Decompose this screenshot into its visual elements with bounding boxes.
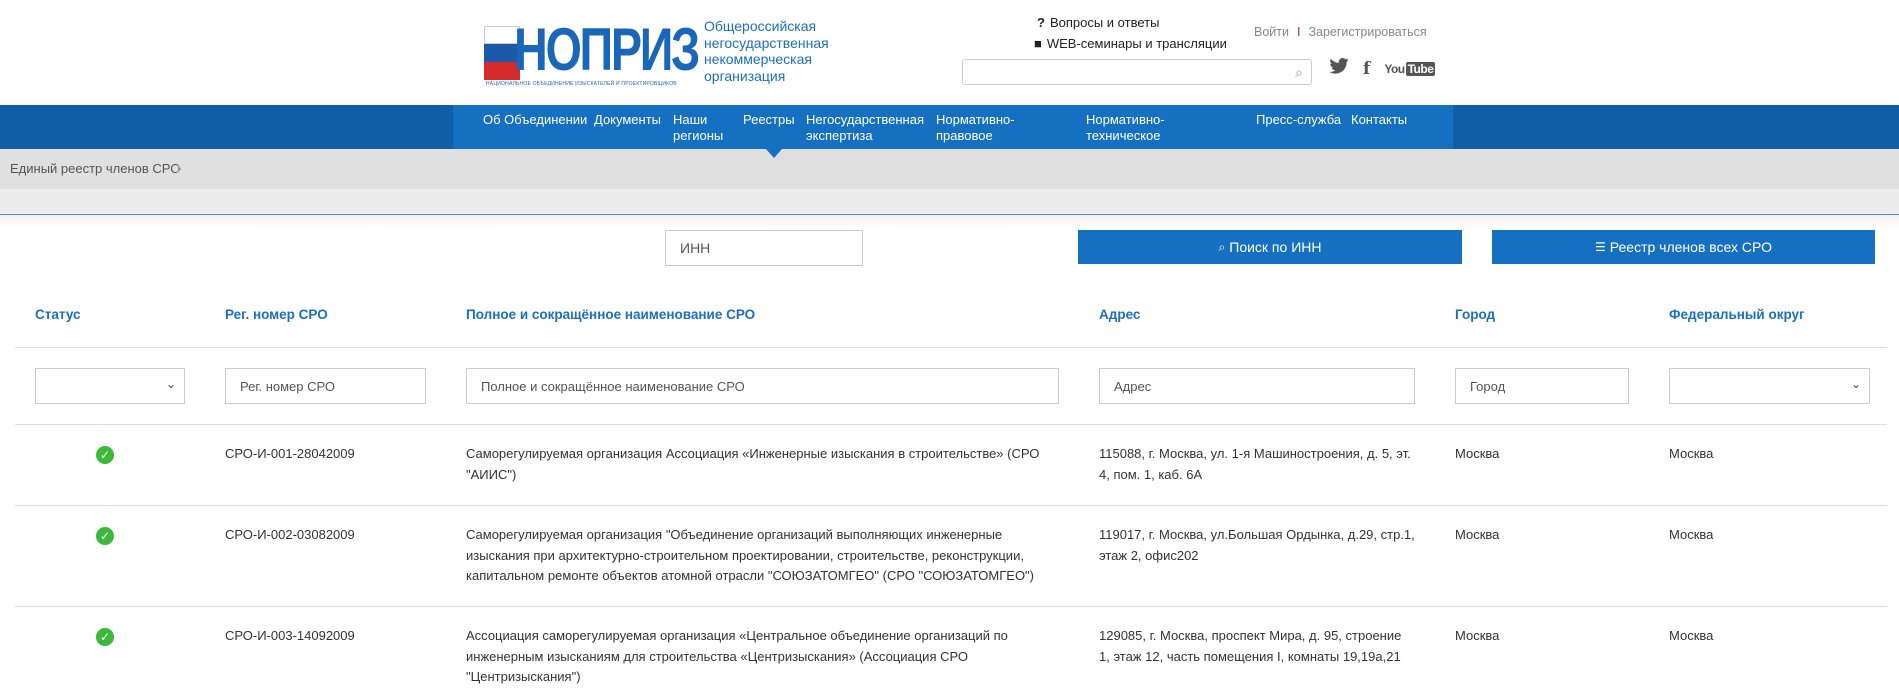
divider-shadow: [0, 215, 1899, 229]
nav-contacts[interactable]: Контакты: [1351, 112, 1407, 128]
main-nav: Об Объединении Документы Наши регионы Ре…: [0, 105, 1899, 159]
divider: [15, 505, 1887, 506]
divider: [15, 347, 1887, 348]
question-icon: ?: [1037, 15, 1045, 30]
district-filter-select[interactable]: ⌄: [1669, 368, 1870, 404]
city-cell: Москва: [1455, 527, 1500, 542]
org-tagline: Общероссийская негосударственная некомме…: [704, 18, 829, 84]
webinars-link[interactable]: ■ WEB-семинары и трансляции: [1034, 36, 1227, 51]
twitter-icon[interactable]: [1329, 58, 1349, 79]
status-active-icon: ✓: [96, 628, 114, 646]
active-nav-pointer: [766, 149, 782, 158]
reg-number-cell: СРО-И-003-14092009: [225, 628, 355, 643]
divider: [15, 424, 1887, 425]
name-filter[interactable]: Полное и сокращённое наименование СРО: [466, 368, 1059, 404]
address-cell: 115088, г. Москва, ул. 1-я Машиностроени…: [1099, 446, 1411, 482]
chevron-down-icon: ⌄: [165, 377, 176, 391]
district-cell: Москва: [1669, 628, 1714, 643]
sro-name-cell[interactable]: Саморегулируемая организация "Объединени…: [466, 525, 1066, 587]
address-filter[interactable]: Адрес: [1099, 368, 1415, 404]
divider: [15, 606, 1887, 607]
col-header-address[interactable]: Адрес: [1099, 307, 1140, 322]
login-link[interactable]: Войти: [1254, 25, 1289, 39]
city-cell: Москва: [1455, 446, 1500, 461]
col-header-reg-number[interactable]: Рег. номер СРО: [225, 307, 328, 322]
qa-link[interactable]: ? Вопросы и ответы: [1037, 15, 1159, 30]
register-link[interactable]: Зарегистрироваться: [1308, 25, 1426, 39]
site-search-input[interactable]: ⌕: [962, 59, 1312, 85]
sro-name-cell[interactable]: Саморегулируемая организация Ассоциация …: [466, 444, 1066, 485]
status-filter-select[interactable]: ⌄: [35, 368, 185, 404]
all-sro-registry-button[interactable]: ☰ Реестр членов всех СРО: [1492, 230, 1875, 264]
list-icon: ☰: [1595, 240, 1606, 254]
logo-subtitle: НАЦИОНАЛЬНОЕ ОБЪЕДИНЕНИЕ ИЗЫСКАТЕЛЕЙ И П…: [486, 81, 677, 87]
logo-wordmark: НОПРИЗ: [514, 16, 700, 83]
city-filter[interactable]: Город: [1455, 368, 1629, 404]
nav-regions[interactable]: Наши регионы: [673, 112, 728, 144]
nav-registries[interactable]: Реестры: [743, 112, 795, 128]
nopriz-logo[interactable]: НОПРИЗ НАЦИОНАЛЬНОЕ ОБЪЕДИНЕНИЕ ИЗЫСКАТЕ…: [484, 20, 700, 87]
reg-number-cell: СРО-И-002-03082009: [225, 527, 355, 542]
nav-expertise[interactable]: Негосударственная экспертиза: [806, 112, 924, 144]
auth-separator: I: [1296, 25, 1301, 39]
col-header-city[interactable]: Город: [1455, 307, 1495, 322]
chevron-down-icon: ⌄: [1850, 377, 1861, 391]
youtube-icon[interactable]: You Tube: [1384, 61, 1436, 76]
reg-number-filter[interactable]: Рег. номер СРО: [225, 368, 426, 404]
col-header-district[interactable]: Федеральный округ: [1669, 307, 1805, 322]
page-band: [0, 189, 1899, 214]
auth-links: Войти I Зарегистрироваться: [1254, 25, 1427, 39]
address-cell: 129085, г. Москва, проспект Мира, д. 95,…: [1099, 628, 1402, 664]
social-links: f You Tube: [1329, 58, 1436, 79]
search-icon[interactable]: ⌕: [1295, 64, 1303, 81]
site-header: НОПРИЗ НАЦИОНАЛЬНОЕ ОБЪЕДИНЕНИЕ ИЗЫСКАТЕ…: [0, 0, 1899, 105]
video-camera-icon: ■: [1034, 36, 1042, 51]
sro-name-cell[interactable]: Ассоциация саморегулируемая организация …: [466, 626, 1066, 688]
col-header-status[interactable]: Статус: [35, 307, 81, 322]
address-cell: 119017, г. Москва, ул.Большая Ордынка, д…: [1099, 527, 1415, 563]
main-nav-inner: Об Объединении Документы Наши регионы Ре…: [453, 105, 1453, 159]
district-cell: Москва: [1669, 446, 1714, 461]
col-header-name[interactable]: Полное и сокращённое наименование СРО: [466, 307, 755, 322]
inn-input[interactable]: ИНН: [665, 230, 863, 266]
nav-about[interactable]: Об Объединении: [483, 112, 587, 128]
nav-documents[interactable]: Документы: [594, 112, 661, 128]
status-active-icon: ✓: [96, 446, 114, 464]
city-cell: Москва: [1455, 628, 1500, 643]
nav-press[interactable]: Пресс-служба: [1256, 112, 1341, 128]
reg-number-cell: СРО-И-001-28042009: [225, 446, 355, 461]
status-active-icon: ✓: [96, 527, 114, 545]
chevron-right-icon: ›: [176, 158, 182, 178]
facebook-icon[interactable]: f: [1363, 59, 1370, 79]
search-icon: ⌕: [1218, 239, 1226, 254]
breadcrumb: Единый реестр членов СРО ›: [0, 149, 1899, 189]
district-cell: Москва: [1669, 527, 1714, 542]
search-by-inn-button[interactable]: ⌕ Поиск по ИНН: [1078, 230, 1462, 264]
breadcrumb-item[interactable]: Единый реестр членов СРО: [10, 161, 180, 176]
